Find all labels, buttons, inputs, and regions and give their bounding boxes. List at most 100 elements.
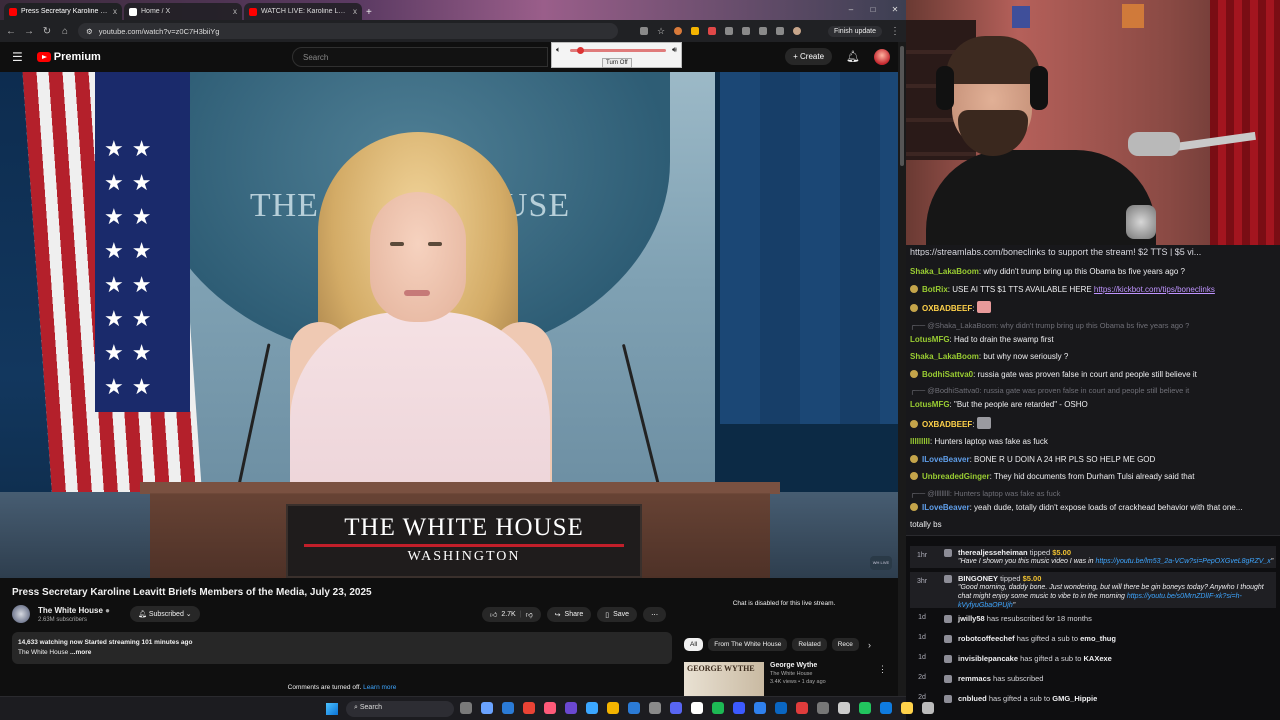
subscribed-button[interactable]: 🔔︎ Subscribed ⌄ bbox=[129, 606, 200, 622]
thumbs-down-icon[interactable]: 👎︎ bbox=[526, 610, 533, 619]
extension-icon[interactable] bbox=[725, 27, 734, 35]
chat-username[interactable]: OXBADBEEF bbox=[922, 304, 972, 313]
recommended-video[interactable]: GEORGE WYTHE George Wythe The White Hous… bbox=[684, 662, 826, 696]
taskbar-app-icon[interactable] bbox=[523, 702, 535, 714]
bell-icon[interactable]: 🔔︎ bbox=[846, 50, 860, 63]
address-bar[interactable]: ⚙ youtube.com/watch?v=z0C7H3biiYg bbox=[78, 23, 618, 39]
tab-close-icon[interactable]: x bbox=[353, 7, 357, 16]
extension-icon[interactable] bbox=[776, 27, 785, 35]
volume-slider[interactable] bbox=[570, 49, 666, 52]
chip-recent[interactable]: Rece bbox=[831, 638, 859, 651]
taskbar-app-icon[interactable] bbox=[901, 702, 913, 714]
taskbar-app-icon[interactable] bbox=[628, 702, 640, 714]
video-player[interactable]: THE WHITE HOUSE ★★ ★★ ★★ ★★ ★★ ★★ ★★ ★★ … bbox=[0, 72, 900, 578]
taskbar-app-icon[interactable] bbox=[880, 702, 892, 714]
create-button[interactable]: + Create bbox=[785, 48, 833, 65]
chip-from-channel[interactable]: From The White House bbox=[708, 638, 788, 651]
feed-username[interactable]: jwilly58 bbox=[958, 614, 985, 623]
share-button[interactable]: ↪ Share bbox=[546, 607, 592, 622]
recommended-thumbnail[interactable]: GEORGE WYTHE bbox=[684, 662, 764, 696]
description-box[interactable]: 14,633 watching now Started streaming 10… bbox=[12, 632, 672, 664]
extension-icon[interactable] bbox=[691, 27, 700, 35]
reload-icon[interactable]: ↻ bbox=[42, 26, 52, 37]
browser-menu-icon[interactable]: ⋮ bbox=[890, 26, 900, 37]
taskbar-app-icon[interactable] bbox=[586, 702, 598, 714]
hamburger-menu-icon[interactable]: ☰ bbox=[12, 50, 23, 64]
learn-more-link[interactable]: Learn more bbox=[363, 684, 396, 691]
bookmark-star-icon[interactable]: ☆ bbox=[657, 26, 665, 37]
message-link[interactable]: https://kickbot.com/tips/boneclinks bbox=[1094, 285, 1215, 294]
youtube-premium-logo[interactable]: Premium bbox=[36, 51, 101, 63]
chat-username[interactable]: LotusMFG bbox=[910, 400, 950, 409]
turn-off-button[interactable]: Turn Off bbox=[602, 58, 632, 68]
chip-related[interactable]: Related bbox=[792, 638, 827, 651]
more-actions-button[interactable]: ⋯ bbox=[643, 607, 667, 622]
finish-update-button[interactable]: Finish update bbox=[827, 25, 882, 37]
page-scrollbar[interactable] bbox=[898, 42, 906, 696]
chat-username[interactable]: Shaka_LakaBoom bbox=[910, 352, 979, 361]
close-window-button[interactable]: ✕ bbox=[884, 0, 906, 20]
more-options-icon[interactable]: ⋮ bbox=[878, 664, 887, 675]
taskbar-app-icon[interactable] bbox=[733, 702, 745, 714]
recommended-title[interactable]: George Wythe bbox=[770, 662, 826, 669]
taskbar-app-icon[interactable] bbox=[607, 702, 619, 714]
taskbar-app-icon[interactable] bbox=[775, 702, 787, 714]
chevron-right-icon[interactable]: › bbox=[868, 640, 871, 650]
like-button[interactable]: 👍︎ 2.7K | 👎︎ bbox=[482, 607, 541, 622]
extension-icon[interactable] bbox=[640, 27, 648, 35]
feed-username[interactable]: cnblued bbox=[958, 694, 987, 703]
taskbar-app-icon[interactable] bbox=[460, 702, 472, 714]
taskbar-app-icon[interactable] bbox=[712, 702, 724, 714]
feed-username[interactable]: therealjesseheiman bbox=[958, 548, 1028, 557]
chat-username[interactable]: BodhiSattva0 bbox=[922, 370, 973, 379]
site-info-icon[interactable]: ⚙ bbox=[86, 27, 93, 36]
account-avatar[interactable] bbox=[874, 48, 890, 65]
minimize-button[interactable]: – bbox=[840, 0, 862, 20]
new-tab-button[interactable]: + bbox=[366, 7, 372, 18]
profile-avatar-icon[interactable] bbox=[793, 27, 802, 35]
show-more-link[interactable]: ...more bbox=[70, 649, 91, 656]
browser-tab-youtube[interactable]: Press Secretary Karoline Leavitt Briefs … bbox=[4, 3, 122, 20]
taskbar-app-icon[interactable] bbox=[922, 702, 934, 714]
gift-recipient[interactable]: GMG_Hippie bbox=[1052, 694, 1097, 703]
browser-tab-x[interactable]: Home / X x bbox=[124, 3, 242, 20]
taskbar-app-icon[interactable] bbox=[481, 702, 493, 714]
gift-recipient[interactable]: emo_thug bbox=[1080, 634, 1116, 643]
streamlabs-link[interactable]: https://streamlabs.com/boneclinks bbox=[910, 247, 1046, 256]
feed-username[interactable]: BINGONEY bbox=[958, 574, 998, 583]
home-icon[interactable]: ⌂ bbox=[60, 26, 70, 37]
tab-close-icon[interactable]: x bbox=[233, 7, 237, 16]
back-arrow-icon[interactable]: ← bbox=[6, 26, 16, 37]
feed-username[interactable]: invisiblepancake bbox=[958, 654, 1018, 663]
chat-username[interactable]: UnbreadedGinger bbox=[922, 472, 990, 481]
taskbar-app-icon[interactable] bbox=[565, 702, 577, 714]
chat-username[interactable]: LotusMFG bbox=[910, 335, 950, 344]
feed-username[interactable]: remmacs bbox=[958, 674, 991, 683]
taskbar-app-icon[interactable] bbox=[859, 702, 871, 714]
chat-username[interactable]: BotRix bbox=[922, 285, 948, 294]
maximize-button[interactable]: □ bbox=[862, 0, 884, 20]
chat-username[interactable]: OXBADBEEF bbox=[922, 420, 972, 429]
taskbar-app-icon[interactable] bbox=[544, 702, 556, 714]
extension-icon[interactable] bbox=[674, 27, 683, 35]
tab-close-icon[interactable]: x bbox=[113, 7, 117, 16]
chat-username[interactable]: Shaka_LakaBoom bbox=[910, 267, 979, 276]
taskbar-app-icon[interactable] bbox=[817, 702, 829, 714]
search-input[interactable]: Search bbox=[292, 47, 548, 67]
browser-tab-watch-live[interactable]: WATCH LIVE: Karoline Leavitt Is x bbox=[244, 3, 362, 20]
taskbar-app-icon[interactable] bbox=[796, 702, 808, 714]
windows-start-icon[interactable] bbox=[326, 703, 338, 715]
volume-slider-handle[interactable] bbox=[576, 47, 584, 54]
forward-arrow-icon[interactable]: → bbox=[24, 26, 34, 37]
chat-username[interactable]: ILoveBeaver bbox=[922, 503, 970, 512]
taskbar-app-icon[interactable] bbox=[670, 702, 682, 714]
taskbar-app-icon[interactable] bbox=[838, 702, 850, 714]
chat-username[interactable]: ILoveBeaver bbox=[922, 455, 970, 464]
taskbar-search[interactable]: ⌕ Search bbox=[346, 701, 454, 717]
extension-icon[interactable] bbox=[708, 27, 717, 35]
extension-icon[interactable] bbox=[742, 27, 751, 35]
scrollbar-thumb[interactable] bbox=[900, 46, 904, 166]
taskbar-app-icon[interactable] bbox=[754, 702, 766, 714]
channel-name[interactable]: The White House ● bbox=[38, 606, 110, 615]
chat-username[interactable]: lllllllll bbox=[910, 437, 930, 446]
